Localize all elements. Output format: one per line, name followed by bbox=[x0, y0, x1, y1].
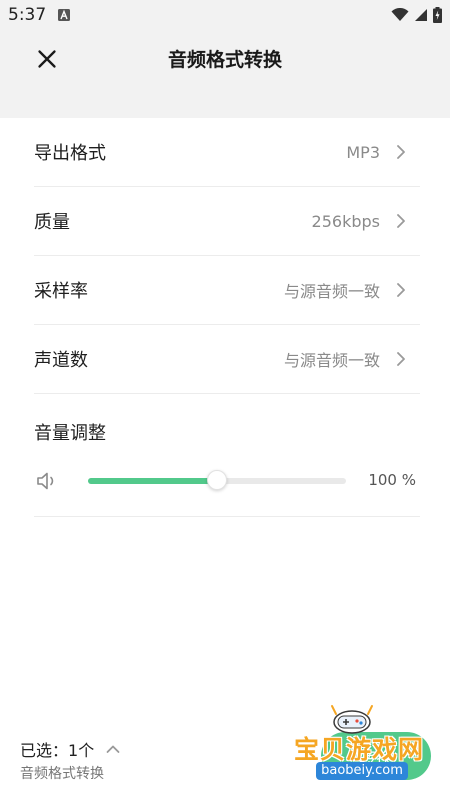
settings-list: 导出格式 MP3 质量 256kbps 采样率 与源音频一致 声道数 与源音频一… bbox=[34, 118, 420, 517]
volume-value: 100 % bbox=[368, 471, 416, 489]
channels-row[interactable]: 声道数 与源音频一致 bbox=[34, 325, 420, 394]
speaker-icon bbox=[37, 472, 54, 490]
wifi-icon bbox=[391, 8, 409, 21]
volume-slider-fill bbox=[88, 478, 217, 484]
watermark: 宝贝游戏网 baobeiy.com bbox=[274, 700, 444, 786]
header: 音频格式转换 bbox=[0, 30, 450, 118]
watermark-url: baobeiy.com bbox=[316, 762, 408, 780]
export-format-row[interactable]: 导出格式 MP3 bbox=[34, 118, 420, 187]
selected-subtitle: 音频格式转换 bbox=[20, 766, 104, 782]
status-time: 5:37 bbox=[8, 5, 47, 25]
volume-section: 音量调整 100 % bbox=[34, 394, 420, 517]
selected-toggle[interactable]: 已选： 1个 bbox=[20, 737, 120, 761]
quality-row[interactable]: 质量 256kbps bbox=[34, 187, 420, 256]
page-title: 音频格式转换 bbox=[167, 49, 282, 71]
status-bar: 5:37 bbox=[0, 0, 450, 30]
sample-rate-label: 采样率 bbox=[34, 281, 88, 302]
channels-label: 声道数 bbox=[34, 350, 88, 371]
selected-label: 已选： bbox=[20, 741, 69, 760]
watermark-text: 宝贝游戏网 bbox=[293, 735, 424, 764]
chevron-right-icon bbox=[394, 214, 408, 228]
selected-count: 1个 bbox=[68, 741, 95, 760]
quality-label: 质量 bbox=[34, 212, 70, 233]
sample-rate-row[interactable]: 采样率 与源音频一致 bbox=[34, 256, 420, 325]
quality-value: 256kbps bbox=[311, 211, 380, 231]
signal-icon bbox=[415, 9, 427, 21]
volume-slider[interactable] bbox=[88, 470, 346, 491]
chevron-right-icon bbox=[394, 283, 408, 297]
volume-slider-thumb[interactable] bbox=[207, 470, 227, 490]
channels-value: 与源音频一致 bbox=[283, 351, 380, 370]
chevron-right-icon bbox=[394, 145, 408, 159]
chevron-right-icon bbox=[394, 352, 408, 366]
battery-charging-icon bbox=[433, 7, 442, 23]
status-icons bbox=[391, 5, 442, 25]
volume-title: 音量调整 bbox=[34, 423, 106, 444]
sample-rate-value: 与源音频一致 bbox=[283, 282, 380, 301]
notification-a-icon bbox=[58, 9, 70, 21]
chevron-up-icon bbox=[106, 742, 120, 756]
export-format-value: MP3 bbox=[346, 142, 380, 162]
export-format-label: 导出格式 bbox=[34, 143, 106, 164]
